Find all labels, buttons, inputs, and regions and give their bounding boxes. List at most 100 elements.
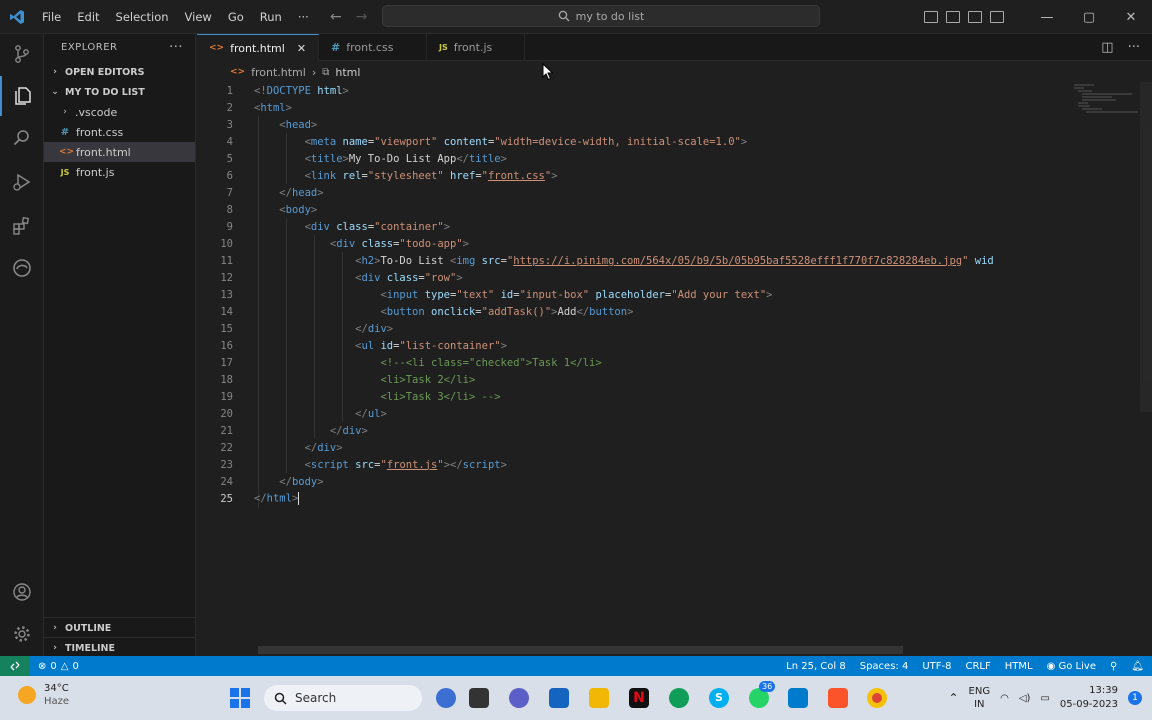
toggle-panel-icon[interactable] (946, 11, 960, 23)
task-view-icon[interactable] (469, 688, 489, 708)
brave-icon[interactable] (828, 688, 848, 708)
tab-front-css[interactable]: # front.css (319, 34, 428, 61)
error-icon: ⊗ (38, 660, 47, 672)
outline-section[interactable]: › OUTLINE (44, 617, 196, 638)
breadcrumb: <> front.html › ⧉ html (197, 62, 1152, 82)
language-mode[interactable]: HTML (1005, 661, 1033, 672)
folder-section[interactable]: ⌄ MY TO DO LIST (44, 82, 195, 102)
line-number: 9 (226, 220, 233, 233)
menu-go[interactable]: Go (220, 0, 252, 34)
feedback-icon[interactable]: ⚲ (1110, 661, 1117, 672)
menu-view[interactable]: View (177, 0, 220, 34)
code-line: 23 <script src="front.js"></script> (197, 456, 507, 473)
problems-indicator[interactable]: ⊗ 0 △ 0 (38, 661, 79, 672)
tree-item-vscode[interactable]: › .vscode (44, 102, 195, 122)
tree-item-front-css[interactable]: # front.css (44, 122, 195, 142)
line-number: 5 (226, 152, 233, 165)
editor-tabs: <> front.html ✕ # front.css JS front.js … (197, 34, 1152, 61)
extensions-icon[interactable] (0, 206, 44, 246)
clock[interactable]: 13:39 05-09-2023 (1060, 684, 1118, 712)
menu-edit[interactable]: Edit (69, 0, 107, 34)
account-icon[interactable] (0, 572, 44, 612)
search-icon (274, 692, 287, 705)
clock-date: 05-09-2023 (1059, 699, 1118, 710)
tab-front-js[interactable]: JS front.js (427, 34, 526, 61)
minimize-icon[interactable]: — (1026, 10, 1068, 25)
code-line: 17 <!--<li class="checked">Task 1</li> (197, 354, 601, 371)
tree-item-front-js[interactable]: JS front.js (44, 162, 195, 182)
indentation[interactable]: Spaces: 4 (860, 661, 909, 672)
run-debug-icon[interactable] (0, 162, 44, 202)
line-ending[interactable]: CRLF (965, 661, 990, 672)
code-line: 5 <title>My To-Do List App</title> (197, 150, 507, 167)
settings-gear-icon[interactable] (0, 614, 44, 654)
open-editors-label: OPEN EDITORS (65, 66, 145, 78)
bing-icon[interactable] (436, 688, 456, 708)
forward-arrow-icon[interactable]: → (356, 9, 368, 25)
menu-bar: File Edit Selection View Go Run ··· (34, 0, 317, 34)
weather-widget[interactable]: 34°C Haze (18, 682, 69, 708)
menu-run[interactable]: Run (252, 0, 290, 34)
open-editors-section[interactable]: › OPEN EDITORS (44, 62, 195, 82)
tree-item-front-html[interactable]: <> front.html (44, 142, 195, 162)
line-number: 18 (220, 373, 233, 386)
chrome-icon[interactable] (867, 688, 887, 708)
maximize-icon[interactable]: ▢ (1068, 10, 1110, 25)
code-line: 21 </div> (197, 422, 367, 439)
edge-devtools-icon[interactable] (0, 248, 44, 288)
go-live-button[interactable]: ◉ Go Live (1047, 661, 1096, 672)
nav-arrows: ← → (330, 0, 367, 34)
status-bar: ⊗ 0 △ 0 Ln 25, Col 8 Spaces: 4 UTF-8 CRLF … (0, 656, 1152, 676)
tab-front-html[interactable]: <> front.html ✕ (197, 34, 320, 61)
command-center[interactable]: my to do list (382, 5, 820, 27)
whatsapp-icon[interactable]: 36 (749, 681, 776, 708)
battery-icon[interactable]: ▭ (1040, 693, 1049, 704)
vscode-taskbar-icon[interactable] (788, 688, 808, 708)
cursor-position[interactable]: Ln 25, Col 8 (786, 661, 846, 672)
code-line: 25 </html> (197, 490, 300, 507)
wifi-icon[interactable]: ◠ (1000, 693, 1009, 704)
close-icon[interactable]: ✕ (1110, 10, 1152, 25)
menu-file[interactable]: File (34, 0, 69, 34)
edge-icon[interactable] (669, 688, 689, 708)
customize-layout-icon[interactable] (990, 11, 1004, 23)
css-file-icon: # (60, 126, 70, 138)
notifications-bell-icon[interactable]: 🔔︎ (1131, 661, 1144, 672)
toggle-sidebar-icon[interactable] (924, 11, 938, 23)
menu-selection[interactable]: Selection (108, 0, 177, 34)
encoding[interactable]: UTF-8 (922, 661, 951, 672)
explorer-icon[interactable] (0, 76, 44, 116)
timeline-section[interactable]: › TIMELINE (44, 637, 196, 658)
volume-icon[interactable]: ◁) (1019, 693, 1031, 704)
skype-icon[interactable]: S (709, 688, 729, 708)
more-actions-icon[interactable]: ··· (169, 40, 183, 55)
notification-count-badge[interactable]: 1 (1128, 691, 1142, 705)
start-button-icon[interactable] (230, 688, 250, 711)
language-indicator[interactable]: ENG IN (969, 685, 991, 711)
minimap[interactable] (1072, 82, 1140, 118)
vertical-scrollbar[interactable] (1140, 82, 1152, 412)
code-editor[interactable]: 1 <!DOCTYPE html> 2 <html> 3 <head> 4 <met… (197, 82, 1140, 642)
breadcrumb-element[interactable]: html (335, 66, 360, 79)
remote-indicator-icon[interactable] (0, 656, 30, 676)
split-editor-icon[interactable]: ◫ (1101, 40, 1113, 55)
store-icon[interactable] (549, 688, 569, 708)
more-actions-icon[interactable]: ··· (1128, 40, 1140, 55)
chevron-up-icon[interactable]: ⌃ (948, 691, 958, 705)
taskbar-search[interactable]: Search (264, 685, 422, 711)
teams-chat-icon[interactable] (509, 688, 529, 708)
code-line: 15 </div> (197, 320, 393, 337)
toggle-secondary-sidebar-icon[interactable] (968, 11, 982, 23)
horizontal-scrollbar[interactable] (258, 646, 903, 654)
breadcrumb-file[interactable]: front.html (251, 66, 306, 79)
activity-bar (0, 34, 44, 656)
close-tab-icon[interactable]: ✕ (297, 42, 306, 55)
netflix-icon[interactable]: N (629, 688, 649, 708)
search-icon[interactable] (0, 118, 44, 158)
file-explorer-icon[interactable] (589, 688, 609, 708)
menu-more[interactable]: ··· (290, 0, 317, 34)
source-control-icon[interactable] (0, 34, 44, 74)
title-bar: File Edit Selection View Go Run ··· ← → … (0, 0, 1152, 34)
line-number: 17 (220, 356, 233, 369)
back-arrow-icon[interactable]: ← (330, 9, 342, 25)
